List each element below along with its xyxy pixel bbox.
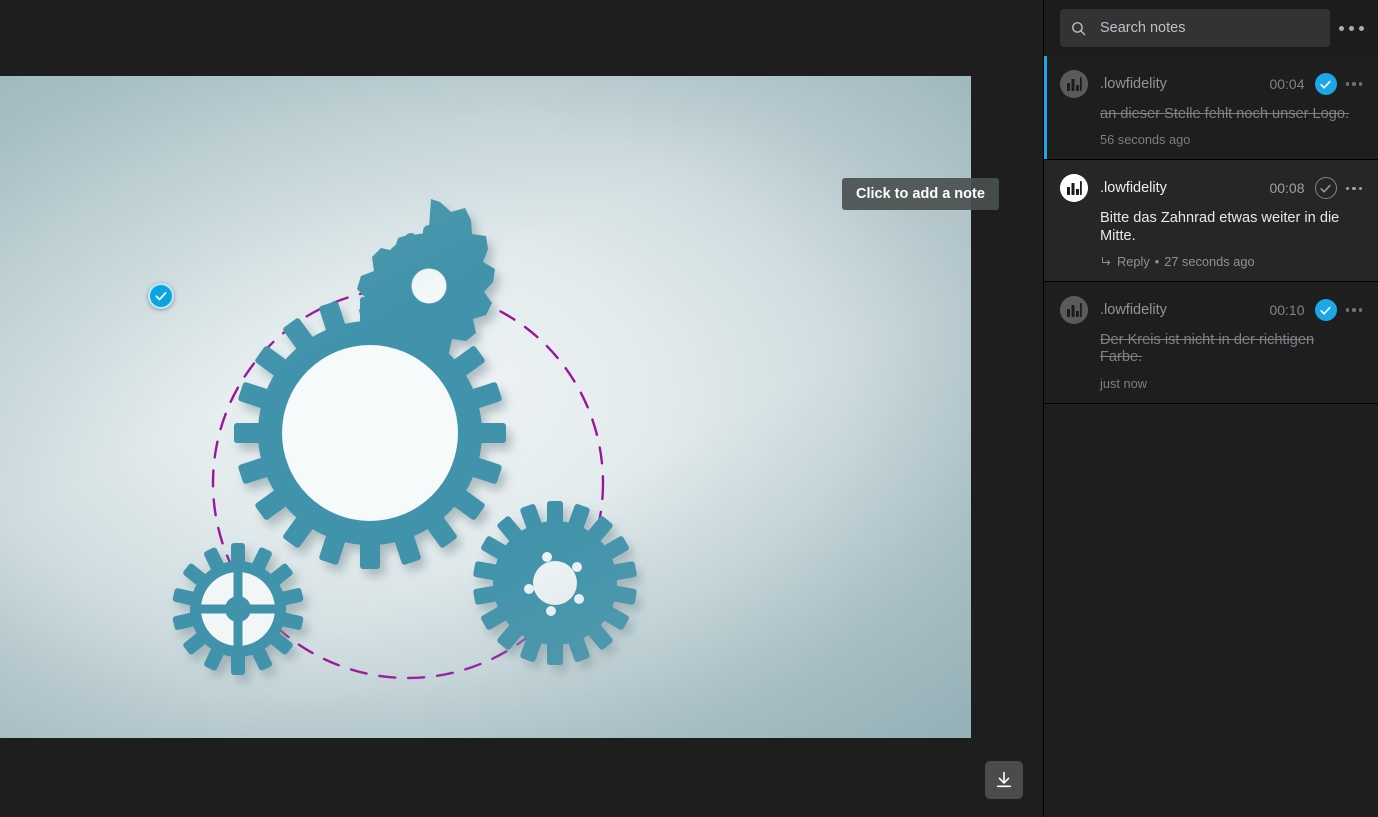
meta-separator: • <box>1154 254 1160 270</box>
note-item[interactable]: .lowfidelity 00:04 an dieser Stelle fehl… <box>1044 56 1378 161</box>
note-overflow-menu-button[interactable] <box>1345 82 1362 86</box>
resolve-toggle[interactable] <box>1314 299 1337 322</box>
notes-empty-area <box>1044 403 1378 817</box>
note-author: .lowfidelity <box>1100 302 1167 319</box>
note-overflow-menu-button[interactable] <box>1345 186 1362 191</box>
artwork-canvas[interactable] <box>0 76 971 738</box>
note-pin-marker[interactable] <box>148 283 174 309</box>
note-item[interactable]: .lowfidelity 00:10 Der Kreis ist nicht i… <box>1044 282 1378 404</box>
resolve-toggle[interactable] <box>1314 177 1337 200</box>
note-header-row: .lowfidelity 00:04 <box>1060 70 1362 98</box>
note-timecode: 00:10 <box>1269 302 1305 319</box>
check-icon <box>155 291 167 301</box>
note-meta-row: Reply • 27 seconds ago <box>1100 254 1362 269</box>
search-input[interactable] <box>1098 19 1320 37</box>
reply-link[interactable]: Reply <box>1117 254 1150 269</box>
note-header-row: .lowfidelity 00:08 <box>1060 174 1362 203</box>
note-timestamp: just now <box>1100 375 1147 391</box>
check-icon <box>1320 306 1331 315</box>
note-item[interactable]: .lowfidelity 00:08 Bitte das Zahnrad etw… <box>1044 160 1378 283</box>
note-text: Der Kreis ist nicht in der richtigen Far… <box>1100 332 1315 366</box>
notes-header <box>1044 0 1378 56</box>
media-viewer: Click to add a note <box>0 0 1043 817</box>
avatar <box>1060 174 1088 203</box>
note-meta-row: 56 seconds ago <box>1100 132 1362 147</box>
gears-illustration <box>150 171 690 691</box>
more-options-icon <box>1338 25 1364 31</box>
note-timestamp: 56 seconds ago <box>1100 132 1191 148</box>
note-overflow-menu-button[interactable] <box>1345 308 1362 312</box>
search-notes-box[interactable] <box>1060 9 1330 47</box>
note-timestamp: 27 seconds ago <box>1164 254 1255 270</box>
notes-list: .lowfidelity 00:04 an dieser Stelle fehl… <box>1044 56 1378 817</box>
check-icon <box>1320 184 1331 193</box>
note-header-row: .lowfidelity 00:10 <box>1060 296 1362 325</box>
reply-arrow-icon <box>1102 256 1111 265</box>
check-icon <box>1320 80 1331 89</box>
note-timecode: 00:08 <box>1269 180 1305 197</box>
download-icon <box>996 771 1012 788</box>
download-button[interactable] <box>985 761 1023 799</box>
notes-sidebar: .lowfidelity 00:04 an dieser Stelle fehl… <box>1043 0 1378 817</box>
note-timecode: 00:04 <box>1269 76 1305 92</box>
avatar <box>1060 70 1088 98</box>
resolve-toggle[interactable] <box>1314 73 1337 95</box>
note-author: .lowfidelity <box>1100 180 1167 197</box>
equalizer-avatar-icon <box>1060 174 1088 203</box>
sidebar-overflow-menu-button[interactable] <box>1330 7 1372 49</box>
avatar <box>1060 296 1088 325</box>
equalizer-avatar-icon <box>1060 296 1088 325</box>
equalizer-avatar-icon <box>1060 70 1088 98</box>
note-text: Bitte das Zahnrad etwas weiter in die Mi… <box>1100 210 1340 244</box>
note-author: .lowfidelity <box>1100 76 1167 92</box>
app-root: Click to add a note Search notes .lowfid… <box>0 0 1378 817</box>
add-note-tooltip: Click to add a note <box>842 178 999 210</box>
note-text: an dieser Stelle fehlt noch unser Logo. <box>1100 106 1350 122</box>
note-meta-row: just now <box>1100 376 1362 391</box>
search-icon <box>1072 21 1086 35</box>
